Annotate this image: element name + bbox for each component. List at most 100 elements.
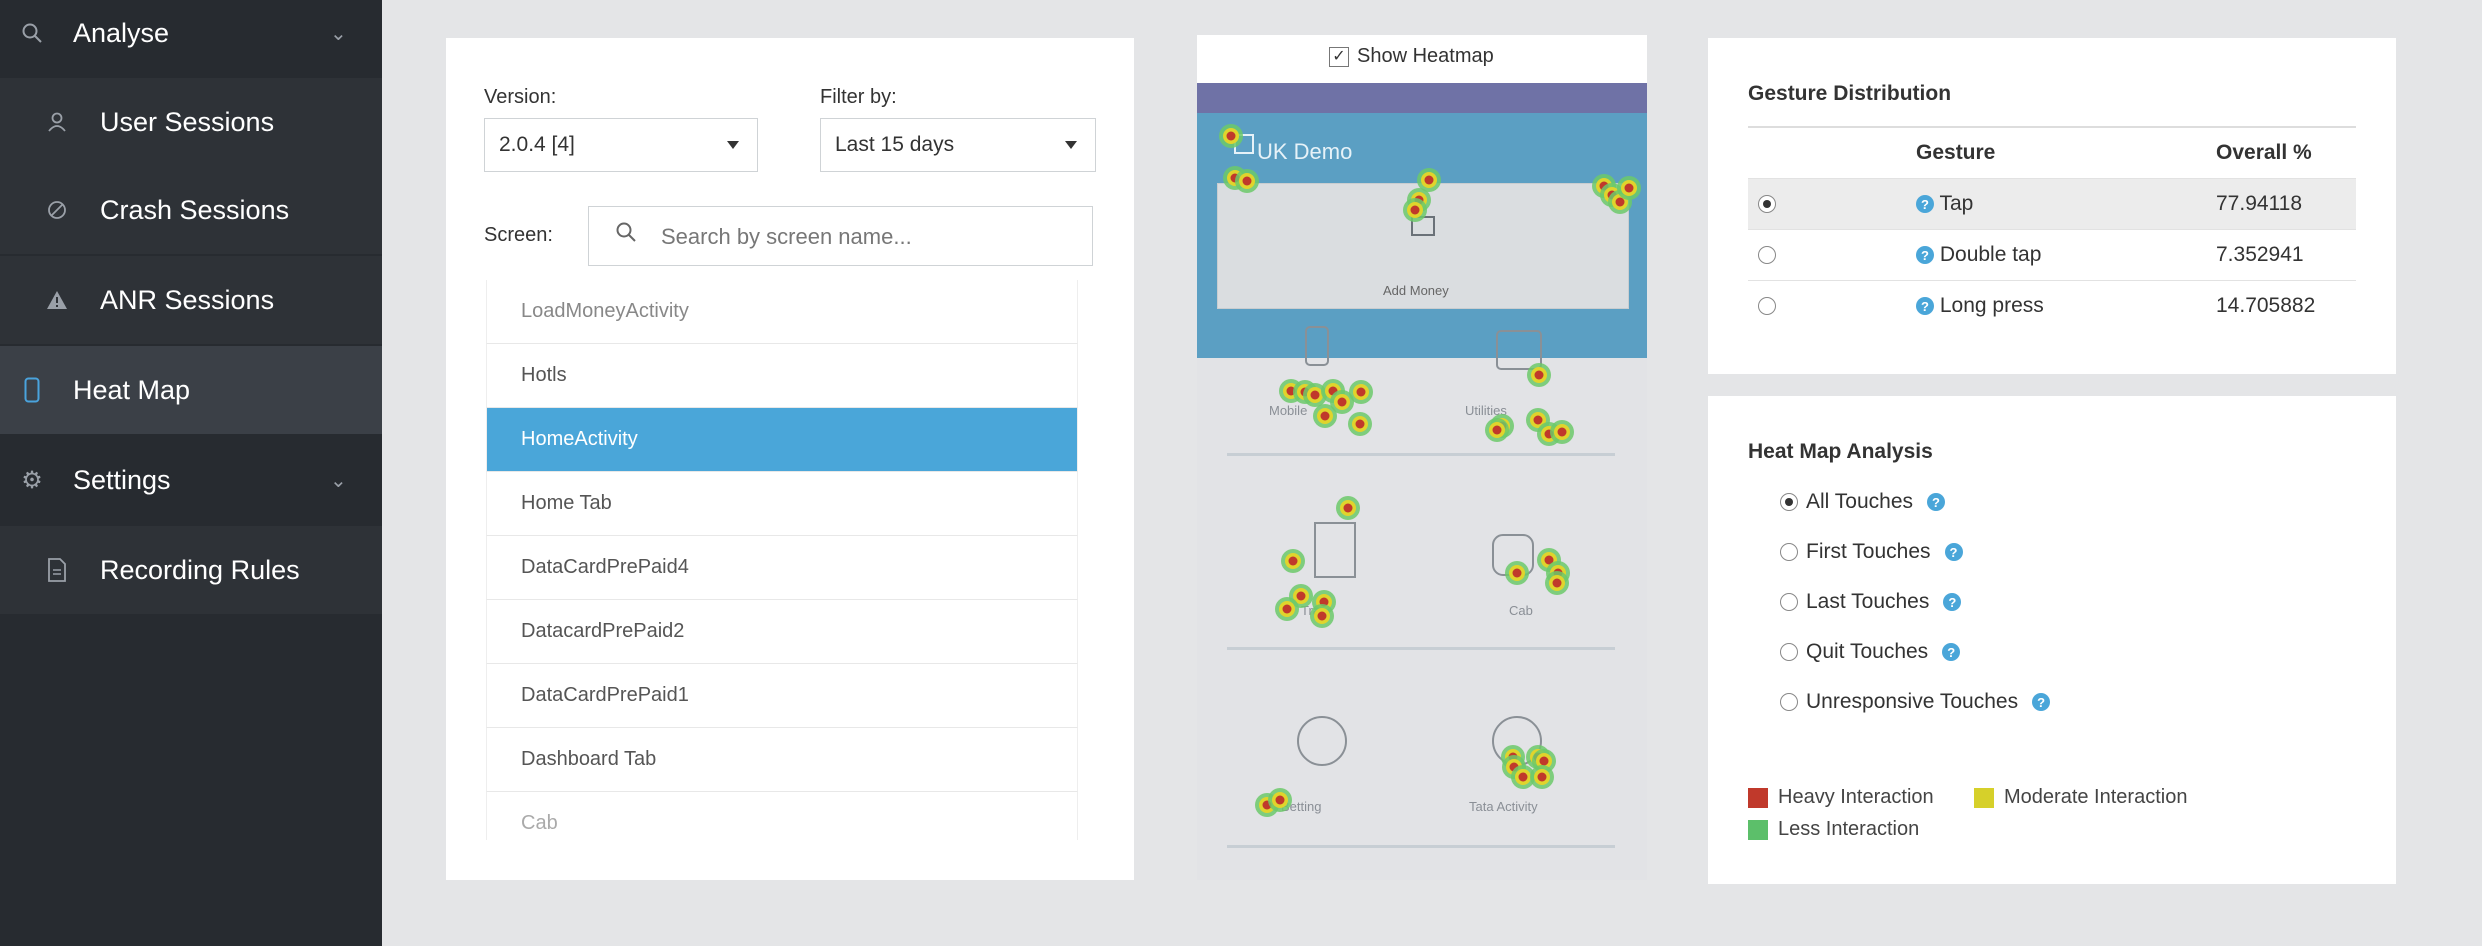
sidebar-item-recording-rules[interactable]: Recording Rules — [0, 526, 382, 614]
gesture-radio[interactable] — [1758, 297, 1776, 316]
info-icon[interactable]: ? — [1927, 493, 1946, 511]
list-item-selected[interactable]: HomeActivity — [486, 408, 1078, 472]
chevron-down-icon[interactable]: ⌄ — [330, 468, 347, 493]
info-icon[interactable]: ? — [1943, 593, 1962, 611]
legend-heavy: Heavy Interaction — [1748, 786, 1934, 809]
sidebar-item-heat-map[interactable]: Heat Map — [0, 346, 382, 434]
list-item[interactable]: Home Tab — [486, 472, 1078, 536]
legend-swatch — [1748, 819, 1768, 840]
heat-spot-core — [1296, 591, 1306, 601]
heat-spot-core — [1337, 397, 1347, 407]
option-first-touches[interactable]: First Touches ? — [1780, 537, 1963, 567]
sidebar-item-analyse[interactable]: Analyse ⌄ — [0, 0, 382, 66]
chevron-down-icon[interactable]: ⌄ — [330, 21, 347, 46]
filter-select[interactable]: Last 15 days — [820, 118, 1096, 172]
heat-spot-core — [1343, 503, 1353, 513]
screen-search[interactable] — [588, 206, 1093, 266]
caret-down-icon — [1065, 141, 1077, 149]
gesture-name: Long press — [1939, 294, 2044, 317]
train-icon — [1314, 522, 1356, 578]
version-select[interactable]: 2.0.4 [4] — [484, 118, 758, 172]
heat-spot-core — [1242, 176, 1252, 186]
radio[interactable] — [1780, 693, 1798, 711]
gesture-overall: 7.352941 — [2216, 243, 2304, 266]
legend-label: Moderate Interaction — [2004, 786, 2188, 808]
gesture-radio[interactable] — [1758, 195, 1776, 214]
heat-spot-core — [1320, 411, 1330, 421]
heat-spot-core — [1310, 390, 1320, 400]
option-label: Last Touches — [1806, 590, 1930, 613]
heat-spot-core — [1288, 556, 1298, 566]
heat-spot-core — [1557, 427, 1567, 437]
option-label: First Touches — [1806, 540, 1931, 563]
list-item[interactable]: LoadMoneyActivity — [486, 280, 1078, 344]
heat-spots — [1219, 124, 1641, 817]
radio[interactable] — [1780, 543, 1798, 561]
gesture-radio[interactable] — [1758, 246, 1776, 265]
screen-list[interactable]: LoadMoneyActivity Hotls HomeActivity Hom… — [486, 280, 1078, 840]
option-all-touches[interactable]: All Touches ? — [1780, 487, 1946, 517]
sidebar-item-settings[interactable]: ⚙ Settings ⌄ — [0, 436, 382, 524]
search-icon — [17, 18, 47, 48]
info-icon[interactable]: ? — [2032, 693, 2051, 711]
option-label: Unresponsive Touches — [1806, 690, 2019, 713]
option-unresponsive-touches[interactable]: Unresponsive Touches ? — [1780, 687, 2051, 717]
table-row[interactable]: ? Tap 77.94118 — [1748, 178, 2356, 230]
heat-spot-core — [1424, 175, 1434, 185]
gesture-table: Gesture Overall % ? Tap 77.94118 ? Doubl… — [1748, 126, 2356, 331]
phone-icon — [17, 375, 47, 405]
sidebar-item-anr-sessions[interactable]: ANR Sessions — [0, 256, 382, 344]
version-label: Version: — [484, 86, 557, 108]
heatmap-analysis-title: Heat Map Analysis — [1748, 440, 1933, 463]
heat-spot-core — [1518, 772, 1528, 782]
list-item[interactable]: DataCardPrePaid4 — [486, 536, 1078, 600]
legend-swatch — [1974, 787, 1994, 808]
sidebar: Analyse ⌄ User Sessions Crash Sessions A… — [0, 0, 382, 946]
legend-label: Heavy Interaction — [1778, 786, 1934, 808]
search-input[interactable] — [659, 217, 1043, 257]
sidebar-item-crash-sessions[interactable]: Crash Sessions — [0, 166, 382, 254]
list-item[interactable]: Dashboard Tab — [486, 728, 1078, 792]
table-row[interactable]: ? Double tap 7.352941 — [1748, 229, 2356, 281]
screen-label: Screen: — [484, 224, 553, 246]
legend-label: Less Interaction — [1778, 818, 1920, 840]
heat-spot-core — [1492, 425, 1502, 435]
sidebar-item-user-sessions[interactable]: User Sessions — [0, 78, 382, 166]
list-item[interactable]: DataCardPrePaid1 — [486, 664, 1078, 728]
info-icon[interactable]: ? — [1916, 297, 1934, 316]
option-last-touches[interactable]: Last Touches ? — [1780, 587, 1962, 617]
document-icon — [42, 555, 72, 585]
heat-spot-core — [1410, 205, 1420, 215]
heat-spot-core — [1537, 772, 1547, 782]
heat-spot-core — [1356, 387, 1366, 397]
col-overall: Overall % — [2216, 126, 2356, 179]
info-icon[interactable]: ? — [1944, 543, 1963, 561]
utilities-icon — [1496, 330, 1542, 370]
option-quit-touches[interactable]: Quit Touches ? — [1780, 637, 1961, 667]
caret-down-icon — [727, 141, 739, 149]
col-gesture: Gesture — [1916, 126, 2216, 179]
info-icon[interactable]: ? — [1942, 643, 1961, 661]
gesture-name: Tap — [1939, 192, 1974, 215]
filter-value: Last 15 days — [835, 133, 955, 156]
heat-spot-core — [1275, 795, 1285, 805]
list-item[interactable]: DatacardPrePaid2 — [486, 600, 1078, 664]
gesture-overall: 14.705882 — [2216, 294, 2316, 317]
info-icon[interactable]: ? — [1916, 195, 1934, 214]
radio[interactable] — [1780, 493, 1798, 511]
heat-spot-core — [1317, 611, 1327, 621]
radio[interactable] — [1780, 643, 1798, 661]
gesture-overall: 77.94118 — [2216, 192, 2303, 215]
table-row[interactable]: ? Long press 14.705882 — [1748, 280, 2356, 331]
sidebar-item-label: Heat Map — [73, 374, 191, 405]
radio[interactable] — [1780, 593, 1798, 611]
sidebar-item-label: Recording Rules — [100, 554, 300, 585]
info-icon[interactable]: ? — [1916, 246, 1934, 265]
heatmap-preview: ✓ Show Heatmap UK Demo Add Money Mobile … — [1197, 35, 1647, 880]
heat-spot-core — [1552, 578, 1562, 588]
heat-spot-core — [1534, 370, 1544, 380]
list-item[interactable]: Cab — [486, 792, 1078, 840]
list-item[interactable]: Hotls — [486, 344, 1078, 408]
heat-spot-core — [1512, 568, 1522, 578]
gear-icon: ⚙ — [21, 466, 43, 494]
